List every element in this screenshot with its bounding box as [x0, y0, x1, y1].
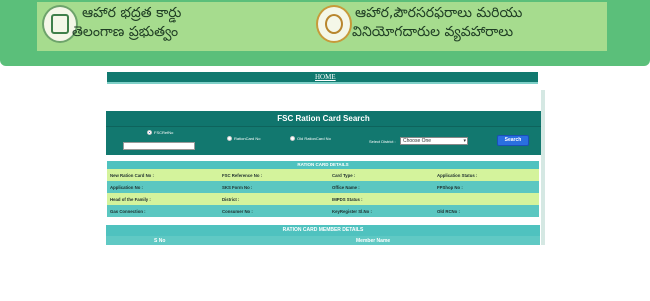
old-rationcard-label: Old RationCard No — [297, 136, 331, 141]
field-label: Application Status : — [437, 173, 478, 178]
field-label: Card Type : — [332, 173, 356, 178]
panel-shadow — [541, 90, 545, 245]
district-select[interactable]: Choose One ▾ — [400, 137, 468, 145]
banner-subtitle-right: వినియోగదారుల వ్యవహారాలు — [352, 24, 514, 40]
field-label: Gas Connection : — [110, 209, 146, 214]
search-title: FSC Ration Card Search — [277, 114, 370, 123]
column-header-sno: S No — [154, 238, 166, 244]
field-label: FPShop No : — [437, 185, 463, 190]
field-label: Consumer No : — [222, 209, 253, 214]
field-label: Application No : — [110, 185, 143, 190]
field-label: Office Name : — [332, 185, 360, 190]
ration-card-details-table: RATION CARD DETAILS New Ration Card No :… — [107, 161, 539, 217]
field-label: New Ration Card No : — [110, 173, 154, 178]
fsc-ref-input[interactable] — [123, 142, 195, 150]
member-details-table: RATION CARD MEMBER DETAILS S No Member N… — [106, 225, 540, 245]
field-label: Head of the Family : — [110, 197, 151, 202]
field-label: District : — [222, 197, 240, 202]
fscrefno-radio[interactable] — [147, 130, 152, 135]
banner-title-left: ఆహార భద్రత కార్డు — [82, 5, 182, 21]
fscrefno-label: FSCRefNo — [154, 130, 174, 135]
table-row: Head of the Family : District : IMPDS St… — [107, 193, 539, 205]
old-rationcard-radio[interactable] — [290, 136, 295, 141]
field-label: KeyRegister Sl.No : — [332, 209, 372, 214]
field-label: Old RCNo : — [437, 209, 460, 214]
header-banner: ఆహార భద్రత కార్డు తెలంగాణ ప్రభుత్వం ఆహార… — [0, 0, 650, 66]
column-header-member-name: Member Name — [356, 238, 391, 244]
details-caption: RATION CARD DETAILS — [107, 161, 539, 169]
table-row: Application No : SKS Form No : Office Na… — [107, 181, 539, 193]
search-options-row: FSCRefNo RationCard No Old RationCard No… — [106, 126, 541, 155]
chevron-down-icon: ▾ — [463, 138, 466, 144]
menu-bar: HOME — [107, 72, 538, 84]
rationcard-label: RationCard No — [234, 136, 261, 141]
members-caption: RATION CARD MEMBER DETAILS — [106, 225, 540, 236]
field-label: FSC Reference No : — [222, 173, 263, 178]
banner-subtitle-left: తెలంగాణ ప్రభుత్వం — [72, 24, 179, 40]
field-label: IMPDS Status : — [332, 197, 363, 202]
search-button[interactable]: Search — [497, 135, 529, 146]
district-label: Select District : — [369, 139, 396, 144]
rationcard-radio[interactable] — [227, 136, 232, 141]
home-link[interactable]: HOME — [315, 72, 336, 83]
civil-supplies-emblem-icon — [316, 5, 352, 43]
table-row: Gas Connection : Consumer No : KeyRegist… — [107, 205, 539, 217]
banner-title-right: ఆహార,పౌరసరఫరాలు మరియు — [355, 5, 523, 21]
table-row: New Ration Card No : FSC Reference No : … — [107, 169, 539, 181]
search-panel: FSC Ration Card Search FSCRefNo RationCa… — [106, 111, 541, 155]
members-header-row: S No Member Name — [106, 236, 540, 245]
district-selected-value: Choose One — [403, 138, 432, 144]
field-label: SKS Form No : — [222, 185, 253, 190]
